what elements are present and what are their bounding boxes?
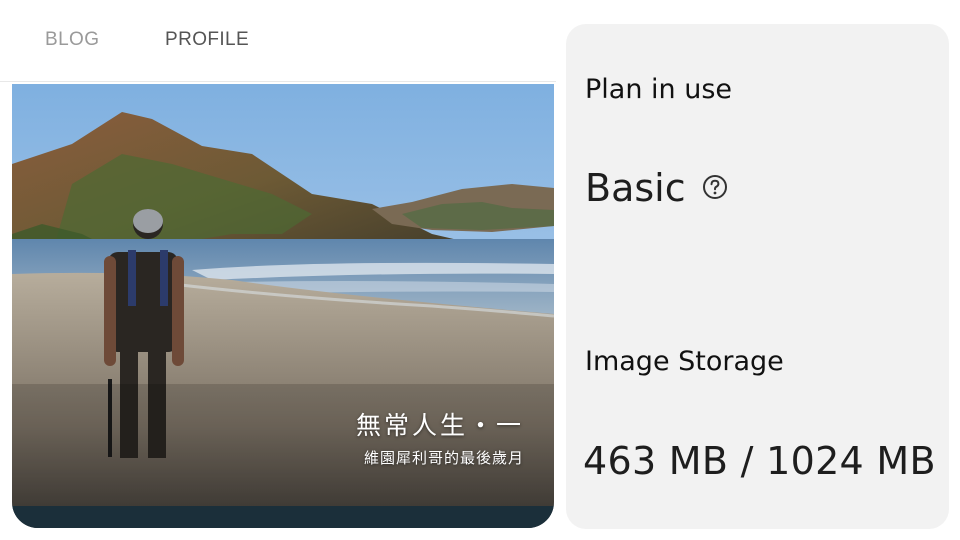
plan-panel: Plan in use Basic Image Storage 463 MB /… (566, 24, 949, 529)
storage-value: 463 MB / 1024 MB (583, 439, 936, 483)
storage-label: Image Storage (585, 346, 784, 377)
cover-card[interactable]: 無常人生・一 維園犀利哥的最後歲月 (12, 84, 554, 528)
cover-subtitle: 維園犀利哥的最後歲月 (363, 449, 524, 467)
plan-label: Plan in use (585, 74, 733, 105)
cover-bottom-bar (12, 506, 554, 528)
tab-profile[interactable]: PROFILE (165, 29, 249, 51)
cover-title: 無常人生・一 (355, 411, 524, 440)
tab-bar: BLOG PROFILE (0, 0, 556, 82)
question-circle-icon[interactable] (702, 174, 728, 200)
tab-blog[interactable]: BLOG (45, 29, 99, 51)
app-root: BLOG PROFILE 無常人生・一 維園犀利哥的最後歲月 Plan in u… (0, 0, 960, 540)
plan-value: Basic (585, 166, 686, 210)
